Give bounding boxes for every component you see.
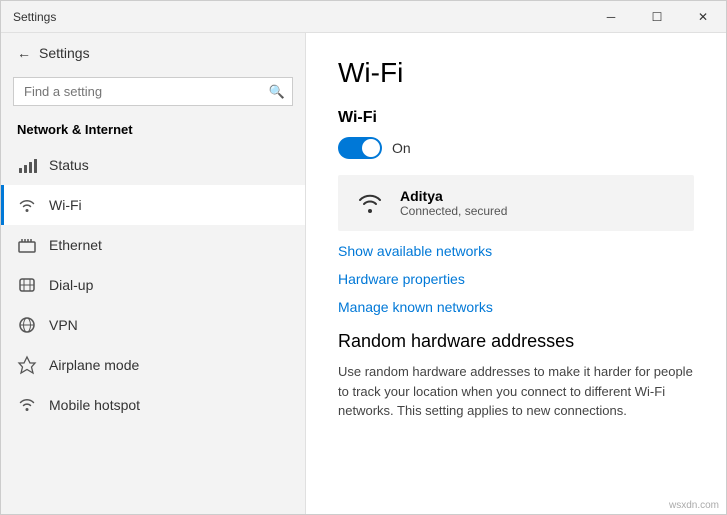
toggle-label: On xyxy=(392,140,411,156)
sidebar-item-hotspot[interactable]: Mobile hotspot xyxy=(1,385,305,425)
sidebar-section-title: Network & Internet xyxy=(1,118,305,145)
sidebar-label-vpn: VPN xyxy=(49,317,78,333)
sidebar-label-wifi: Wi-Fi xyxy=(49,197,82,213)
sidebar-item-dialup[interactable]: Dial-up xyxy=(1,265,305,305)
minimize-button[interactable]: ─ xyxy=(588,1,634,33)
sidebar-item-wifi[interactable]: Wi-Fi xyxy=(1,185,305,225)
network-status: Connected, secured xyxy=(400,204,507,218)
sidebar-item-vpn[interactable]: VPN xyxy=(1,305,305,345)
sidebar-label-hotspot: Mobile hotspot xyxy=(49,397,140,413)
close-button[interactable]: ✕ xyxy=(680,1,726,33)
wifi-section-title: Wi-Fi xyxy=(338,109,694,127)
wifi-toggle-row: On xyxy=(338,137,694,159)
sidebar-item-ethernet[interactable]: Ethernet xyxy=(1,225,305,265)
show-available-networks-link[interactable]: Show available networks xyxy=(338,243,694,259)
toggle-knob xyxy=(362,139,380,157)
sidebar-label-airplane: Airplane mode xyxy=(49,357,139,373)
maximize-button[interactable]: ☐ xyxy=(634,1,680,33)
network-info: Aditya Connected, secured xyxy=(400,188,507,218)
sidebar-back-button[interactable]: ← Settings xyxy=(1,33,305,73)
random-hw-title: Random hardware addresses xyxy=(338,331,694,352)
search-icon: 🔍 xyxy=(269,84,285,100)
search-input[interactable] xyxy=(13,77,293,106)
connected-network-card: Aditya Connected, secured xyxy=(338,175,694,231)
manage-known-networks-link[interactable]: Manage known networks xyxy=(338,299,694,315)
titlebar-title: Settings xyxy=(13,10,56,24)
titlebar: Settings ─ ☐ ✕ xyxy=(1,1,726,33)
titlebar-controls: ─ ☐ ✕ xyxy=(588,1,726,32)
main-panel: Wi-Fi Wi-Fi On Aditya Con xyxy=(306,33,726,514)
sidebar-label-ethernet: Ethernet xyxy=(49,237,102,253)
vpn-icon xyxy=(17,315,37,335)
sidebar-item-status[interactable]: Status xyxy=(1,145,305,185)
watermark: wsxdn.com xyxy=(669,500,719,511)
sidebar: ← Settings 🔍 Network & Internet xyxy=(1,33,306,514)
sidebar-label-status: Status xyxy=(49,157,89,173)
airplane-icon xyxy=(17,355,37,375)
status-icon xyxy=(17,155,37,175)
hardware-properties-link[interactable]: Hardware properties xyxy=(338,271,694,287)
sidebar-search: 🔍 xyxy=(13,77,293,106)
random-hw-desc: Use random hardware addresses to make it… xyxy=(338,362,694,421)
main-content: ← Settings 🔍 Network & Internet xyxy=(1,33,726,514)
sidebar-item-airplane[interactable]: Airplane mode xyxy=(1,345,305,385)
wifi-toggle[interactable] xyxy=(338,137,382,159)
back-arrow-icon: ← xyxy=(17,45,31,61)
connected-wifi-icon xyxy=(354,187,386,219)
hotspot-icon xyxy=(17,395,37,415)
network-name: Aditya xyxy=(400,188,507,204)
sidebar-app-title: Settings xyxy=(39,45,90,61)
ethernet-icon xyxy=(17,235,37,255)
dialup-icon xyxy=(17,275,37,295)
sidebar-label-dialup: Dial-up xyxy=(49,277,93,293)
wifi-icon xyxy=(17,195,37,215)
page-title: Wi-Fi xyxy=(338,57,694,89)
